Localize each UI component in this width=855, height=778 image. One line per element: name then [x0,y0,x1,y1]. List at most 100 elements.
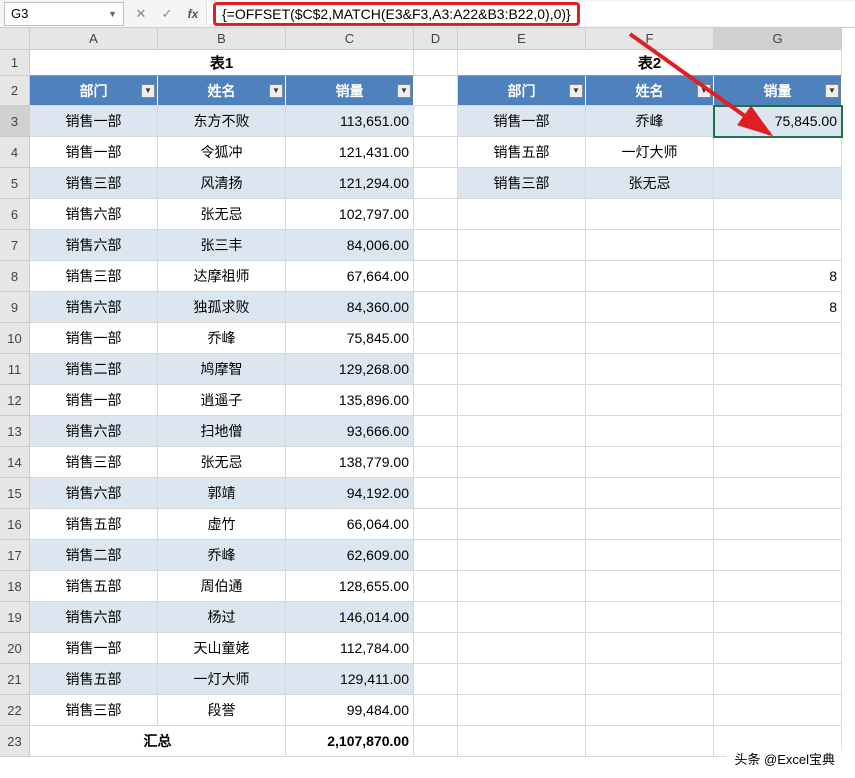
cell-D16[interactable] [414,509,458,540]
cell-F10[interactable] [586,323,714,354]
t1-val[interactable]: 113,651.00 [286,106,414,137]
t1-val[interactable]: 99,484.00 [286,695,414,726]
cell-G10[interactable] [714,323,842,354]
t1-val[interactable]: 128,655.00 [286,571,414,602]
cell-G17[interactable] [714,540,842,571]
cell-E19[interactable] [458,602,586,633]
cell-F22[interactable] [586,695,714,726]
t2-val[interactable] [714,137,842,168]
cell-E22[interactable] [458,695,586,726]
filter-icon[interactable]: ▼ [269,84,283,98]
row-header[interactable]: 2 [0,76,30,106]
t1-val[interactable]: 75,845.00 [286,323,414,354]
select-all-corner[interactable] [0,28,30,50]
t1-val[interactable]: 129,411.00 [286,664,414,695]
t1-dept[interactable]: 销售二部 [30,540,158,571]
cell-D2[interactable] [414,76,458,106]
cell-E8[interactable] [458,261,586,292]
t2-dept[interactable]: 销售五部 [458,137,586,168]
t1-val[interactable]: 112,784.00 [286,633,414,664]
cell-E21[interactable] [458,664,586,695]
cell-G11[interactable] [714,354,842,385]
t1-dept[interactable]: 销售三部 [30,168,158,199]
t1-val[interactable]: 94,192.00 [286,478,414,509]
cell-G18[interactable] [714,571,842,602]
row-header[interactable]: 21 [0,664,30,695]
t2-name[interactable]: 张无忌 [586,168,714,199]
name-box[interactable]: G3 ▼ [4,2,124,26]
t1-name[interactable]: 郭靖 [158,478,286,509]
table-header-val2[interactable]: 销量▼ [714,76,842,106]
t1-val[interactable]: 138,779.00 [286,447,414,478]
t2-dept[interactable]: 销售一部 [458,106,586,137]
cell-D22[interactable] [414,695,458,726]
t1-dept[interactable]: 销售六部 [30,416,158,447]
cell-D10[interactable] [414,323,458,354]
t2-name[interactable]: 乔峰 [586,106,714,137]
cell-G8[interactable]: 8 [714,261,842,292]
cell-D11[interactable] [414,354,458,385]
t1-dept[interactable]: 销售五部 [30,571,158,602]
cell-E16[interactable] [458,509,586,540]
table-header-dept1[interactable]: 部门▼ [30,76,158,106]
cell-D7[interactable] [414,230,458,261]
t1-name[interactable]: 乔峰 [158,323,286,354]
t2-val[interactable] [714,168,842,199]
t2-name[interactable]: 一灯大师 [586,137,714,168]
row-header[interactable]: 15 [0,478,30,509]
cell-E18[interactable] [458,571,586,602]
cell-F17[interactable] [586,540,714,571]
filter-icon[interactable]: ▼ [697,84,711,98]
t1-name[interactable]: 鸠摩智 [158,354,286,385]
cell-G6[interactable] [714,199,842,230]
cell-G22[interactable] [714,695,842,726]
table2-title[interactable]: 表2 [458,50,842,76]
fx-icon[interactable]: fx [180,2,206,26]
cell-D17[interactable] [414,540,458,571]
cell-D19[interactable] [414,602,458,633]
row-header[interactable]: 9 [0,292,30,323]
cell-G14[interactable] [714,447,842,478]
t1-val[interactable]: 121,294.00 [286,168,414,199]
row-header[interactable]: 1 [0,50,30,76]
filter-icon[interactable]: ▼ [141,84,155,98]
t1-name[interactable]: 张无忌 [158,447,286,478]
t1-dept[interactable]: 销售一部 [30,323,158,354]
t1-name[interactable]: 张三丰 [158,230,286,261]
t1-name[interactable]: 独孤求败 [158,292,286,323]
t1-dept[interactable]: 销售六部 [30,478,158,509]
t1-name[interactable]: 令狐冲 [158,137,286,168]
cell-F7[interactable] [586,230,714,261]
cell-G15[interactable] [714,478,842,509]
accept-icon[interactable]: ✓ [154,2,180,26]
filter-icon[interactable]: ▼ [825,84,839,98]
t1-dept[interactable]: 销售六部 [30,230,158,261]
t1-name[interactable]: 东方不败 [158,106,286,137]
cell-D3[interactable] [414,106,458,137]
row-header[interactable]: 20 [0,633,30,664]
name-box-dropdown-icon[interactable]: ▼ [108,9,117,19]
t1-name[interactable]: 杨过 [158,602,286,633]
cell-G19[interactable] [714,602,842,633]
row-header[interactable]: 5 [0,168,30,199]
t1-dept[interactable]: 销售一部 [30,633,158,664]
t1-val[interactable]: 67,664.00 [286,261,414,292]
cell-G12[interactable] [714,385,842,416]
cell-F13[interactable] [586,416,714,447]
total-val[interactable]: 2,107,870.00 [286,726,414,757]
cell-E10[interactable] [458,323,586,354]
row-header[interactable]: 18 [0,571,30,602]
t1-name[interactable]: 天山童姥 [158,633,286,664]
cell-D21[interactable] [414,664,458,695]
cell-F14[interactable] [586,447,714,478]
cell-F15[interactable] [586,478,714,509]
filter-icon[interactable]: ▼ [397,84,411,98]
row-header[interactable]: 6 [0,199,30,230]
cell-D20[interactable] [414,633,458,664]
t1-name[interactable]: 风清扬 [158,168,286,199]
t1-dept[interactable]: 销售六部 [30,292,158,323]
cell-G20[interactable] [714,633,842,664]
t1-dept[interactable]: 销售五部 [30,509,158,540]
t1-dept[interactable]: 销售三部 [30,695,158,726]
cell-D5[interactable] [414,168,458,199]
